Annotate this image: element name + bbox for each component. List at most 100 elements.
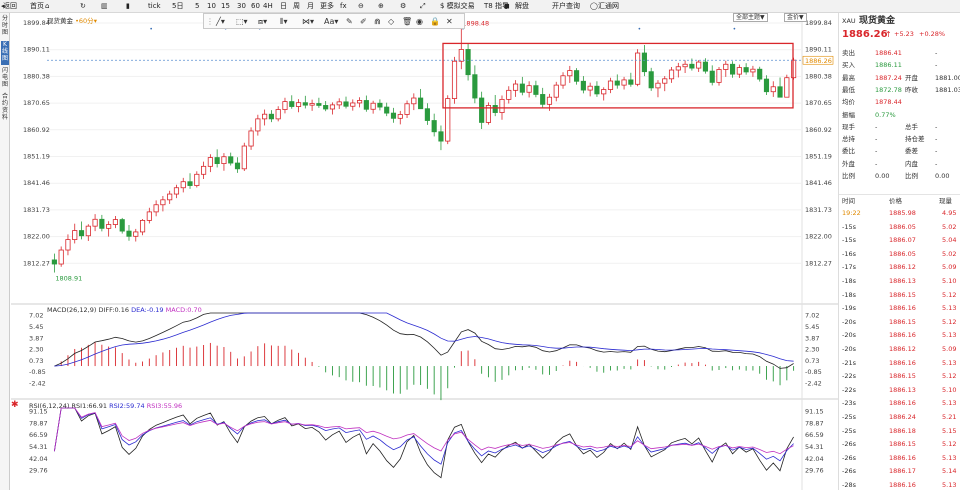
- stat-label: 比例: [842, 172, 855, 180]
- toolbar-item-9[interactable]: 15: [221, 1, 230, 12]
- line-tool-icon[interactable]: ╱▾: [216, 15, 225, 28]
- candle-body: [51, 259, 57, 265]
- refresh-icon[interactable]: ↻: [80, 1, 86, 12]
- tick-v: 5.13: [942, 481, 957, 489]
- candle-body: [58, 249, 64, 265]
- toolbar-item-0[interactable]: 返回: [3, 1, 17, 12]
- close-icon[interactable]: ✕: [446, 15, 453, 28]
- fib-tool-icon[interactable]: ⦀▾: [280, 15, 288, 28]
- candle-body: [730, 63, 736, 75]
- toolbar-item-8[interactable]: 10: [207, 1, 216, 12]
- tick-row: -15s 1886.07 5.04: [839, 234, 960, 246]
- chart-area[interactable]: 1899.84 1899.84 1890.11 1890.11 1880.38 1880.…: [11, 13, 838, 490]
- candle-body: [682, 63, 688, 68]
- left-tab-2[interactable]: 闪电图: [1, 67, 9, 91]
- candle-body: [194, 173, 200, 186]
- text-tool-icon[interactable]: Aa▾: [324, 15, 338, 28]
- toolbar-item-7[interactable]: 5: [195, 1, 199, 12]
- tick-row: -28s 1886.16 5.13: [839, 479, 960, 491]
- toolbar-item-10[interactable]: 30: [237, 1, 246, 12]
- candle-body: [187, 181, 193, 186]
- tick-t: -18s: [842, 277, 857, 285]
- toolbar-item-11[interactable]: 60: [251, 1, 260, 12]
- tick-p: 1886.15: [889, 372, 916, 381]
- home-icon[interactable]: ⌂: [45, 1, 49, 12]
- candle-body: [302, 102, 308, 106]
- kline-chart[interactable]: 1899.84 1899.84 1890.11 1890.11 1880.38 1880.…: [11, 13, 838, 490]
- toolbar-item-21[interactable]: $ 模拟交易: [440, 1, 475, 12]
- stat-value: 0.00: [875, 172, 890, 180]
- settings-icon[interactable]: ⚙: [400, 1, 406, 12]
- candle-body: [99, 218, 105, 229]
- tick-row: -26s 1886.17 5.14: [839, 465, 960, 477]
- bar-chart-icon[interactable]: ▥: [101, 1, 108, 12]
- star-icon[interactable]: ✱: [11, 400, 19, 410]
- candle-body: [499, 98, 505, 113]
- toolbar-item-15[interactable]: 月: [307, 1, 314, 12]
- left-tab-0[interactable]: 分时图: [1, 15, 9, 39]
- shape-tool-icon[interactable]: ⬚▾: [236, 15, 248, 28]
- candle-body: [784, 77, 790, 98]
- stat-label: 均价: [842, 98, 855, 107]
- macd-axis-label-left: 3.87: [29, 334, 43, 342]
- candle-body: [567, 70, 573, 77]
- toolbar-item-12[interactable]: 4H: [263, 1, 273, 12]
- tick-v: 5.10: [942, 385, 957, 394]
- magnet-icon[interactable]: ⋒: [374, 15, 381, 28]
- left-tab-3[interactable]: 合约资料: [1, 93, 9, 121]
- fullscreen-icon[interactable]: ⤢: [420, 1, 426, 12]
- eraser-icon[interactable]: ◇: [388, 15, 394, 28]
- eye-icon[interactable]: ◉: [416, 15, 423, 28]
- toolbar-item-25[interactable]: 汇通网: [598, 1, 619, 12]
- candle-icon[interactable]: ▮: [126, 1, 130, 12]
- price-axis-label-left: 1822.00: [23, 233, 50, 241]
- candle-body: [445, 98, 451, 142]
- toolbar-item-6[interactable]: 5日: [172, 1, 183, 12]
- zoom-out-icon[interactable]: ⊖: [358, 1, 364, 12]
- toolbar-item-5[interactable]: tick: [148, 1, 161, 12]
- tick-row: -26s 1886.16 5.13: [839, 452, 960, 464]
- stat-value-2: -: [935, 147, 938, 156]
- theme-select[interactable]: 全部主题▼: [733, 13, 768, 22]
- stat-label: 卖出: [842, 49, 855, 57]
- candle-body: [465, 49, 471, 76]
- toolbar-item-16[interactable]: 更多: [320, 1, 334, 12]
- pattern-tool-icon[interactable]: ⋈▾: [302, 15, 314, 28]
- indicator-select[interactable]: 金价▼: [784, 13, 807, 22]
- trash-icon[interactable]: 🗑: [402, 15, 412, 28]
- current-price: 1886.26: [842, 29, 888, 40]
- back-icon[interactable]: ◂: [1, 1, 5, 12]
- zoom-in-icon[interactable]: ⊕: [378, 1, 384, 12]
- toolbar-item-1[interactable]: 首页: [30, 1, 44, 12]
- drag-handle-icon[interactable]: ⋮: [206, 15, 214, 28]
- candle-body: [343, 101, 349, 107]
- instrument-name: 现货黄金: [47, 17, 73, 25]
- toolbar-item-17[interactable]: fx: [340, 1, 347, 12]
- current-price-tag: 1886.26: [805, 57, 832, 65]
- toolbar-item-23[interactable]: 解盘: [515, 1, 529, 12]
- pencil-icon[interactable]: ✎: [346, 15, 353, 28]
- candle-body: [716, 69, 722, 83]
- tick-p: 1886.13: [889, 277, 916, 285]
- lock-icon[interactable]: 🔒: [430, 15, 440, 28]
- toolbar-item-24[interactable]: 开户查询: [552, 1, 580, 12]
- toolbar-item-14[interactable]: 周: [293, 1, 300, 12]
- macd-axis-label-left: 2.30: [29, 346, 43, 354]
- brush-icon[interactable]: ✐: [360, 15, 367, 28]
- tick-t: -16s: [842, 249, 857, 258]
- left-tab-1[interactable]: K线图: [1, 41, 9, 65]
- logo-icon[interactable]: ◯: [590, 1, 598, 12]
- chat-icon[interactable]: ◼: [504, 1, 510, 12]
- tick-p: 1886.16: [889, 331, 916, 340]
- candle-body: [241, 145, 247, 170]
- chart-title: 现货黄金 •60分▾: [47, 17, 97, 25]
- tick-p: 1886.12: [889, 345, 916, 353]
- candle-body: [404, 103, 410, 115]
- tick-t: -20s: [842, 345, 857, 353]
- toolbar-item-13[interactable]: 日: [280, 1, 287, 12]
- tick-v: 5.13: [942, 358, 957, 367]
- stat-value-2: -: [935, 61, 938, 70]
- stat-label-2: 持仓差: [905, 135, 925, 144]
- channel-tool-icon[interactable]: ⧈▾: [258, 15, 267, 28]
- candle-body: [282, 101, 288, 110]
